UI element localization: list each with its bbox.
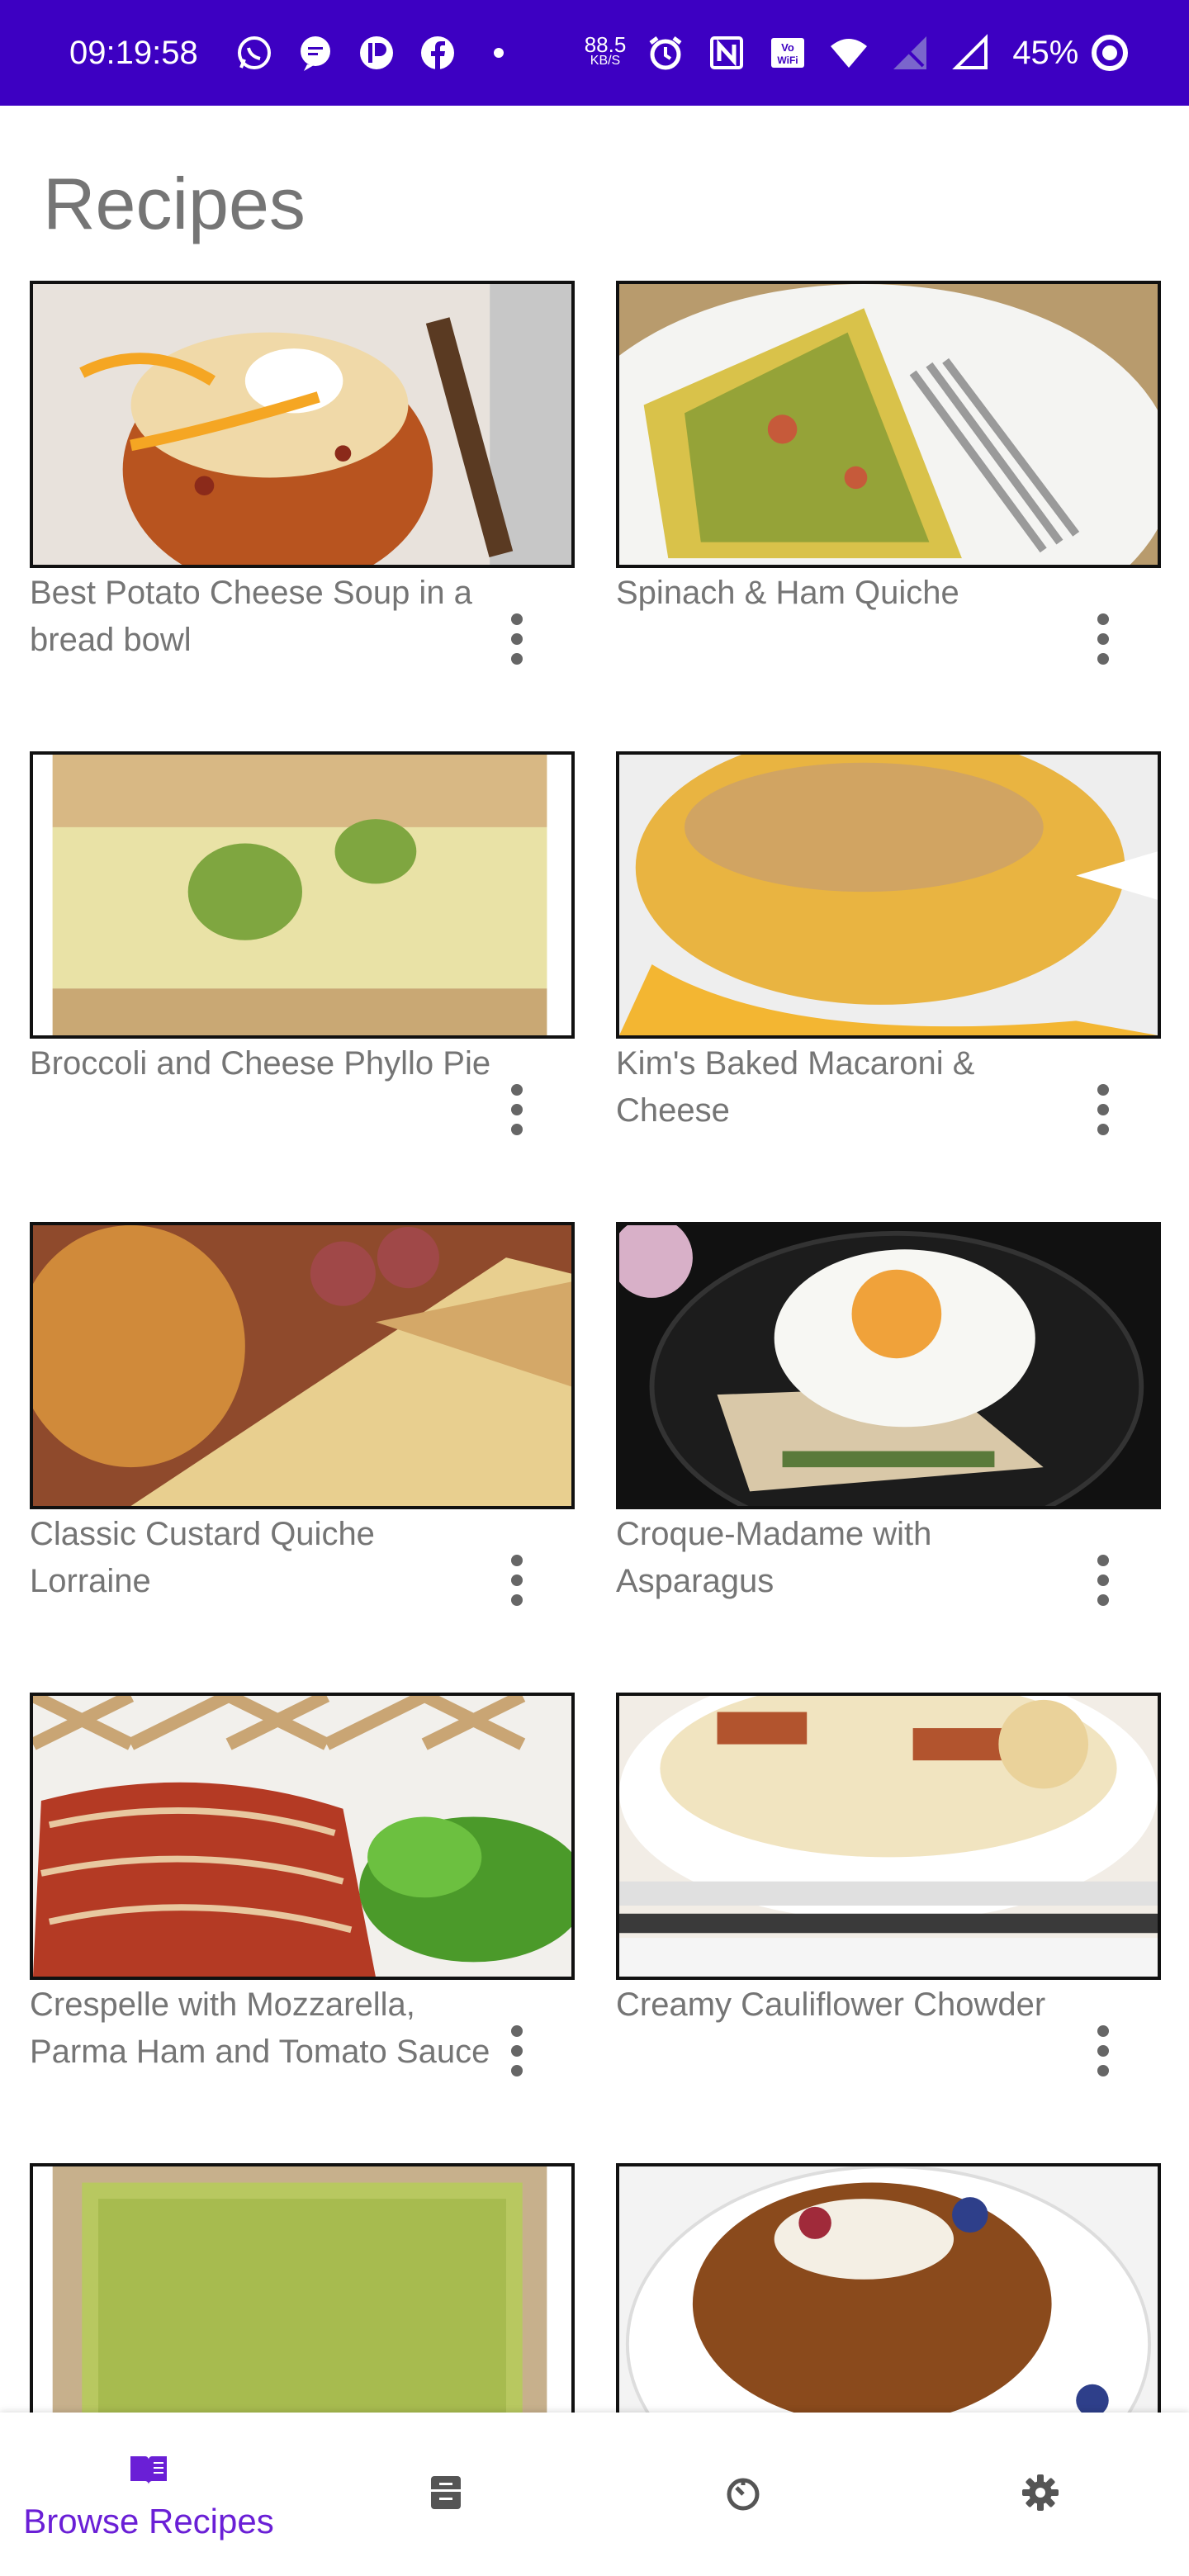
recipe-image[interactable] bbox=[616, 1222, 1161, 1509]
recipe-title: Kim's Baked Macaroni & Cheese bbox=[616, 1045, 975, 1129]
recipe-grid: Best Potato Cheese Soup in a bread bowl … bbox=[30, 281, 1177, 2413]
book-icon bbox=[127, 2448, 170, 2495]
nav-cabinet[interactable] bbox=[297, 2413, 594, 2576]
pushbullet-icon bbox=[357, 33, 396, 73]
recipe-card[interactable]: Classic Custard Quiche Lorraine bbox=[30, 1222, 575, 1668]
clock: 09:19:58 bbox=[69, 34, 198, 71]
recipe-card[interactable]: Crespelle with Mozzarella, Parma Ham and… bbox=[30, 1693, 575, 2138]
recipe-image[interactable] bbox=[616, 1693, 1161, 1980]
recipe-card[interactable]: Kim's Baked Macaroni & Cheese bbox=[616, 751, 1161, 1197]
svg-text:Vo: Vo bbox=[781, 41, 794, 54]
status-bar: 09:19:58 88.5 KB/S Vo WiFi 45% bbox=[0, 0, 1189, 106]
recipe-title: Broccoli and Cheese Phyllo Pie bbox=[30, 1045, 491, 1082]
net-speed-value: 88.5 bbox=[584, 32, 627, 57]
recipe-title: Crespelle with Mozzarella, Parma Ham and… bbox=[30, 1986, 490, 2070]
recipe-card[interactable]: Best Potato Cheese Soup in a bread bowl bbox=[30, 281, 575, 727]
more-options-button[interactable] bbox=[1078, 1077, 1128, 1143]
battery-icon bbox=[1090, 33, 1130, 73]
recipe-card[interactable] bbox=[616, 2163, 1161, 2413]
page-title: Recipes bbox=[43, 163, 306, 244]
recipe-title: Creamy Cauliflower Chowder bbox=[616, 1986, 1046, 2023]
recipe-card[interactable]: Broccoli and Cheese Phyllo Pie bbox=[30, 751, 575, 1197]
recipe-title: Classic Custard Quiche Lorraine bbox=[30, 1516, 375, 1599]
battery-percent: 45% bbox=[1012, 34, 1079, 71]
recipe-card[interactable] bbox=[30, 2163, 575, 2413]
vowifi-icon: Vo WiFi bbox=[768, 33, 808, 73]
signal-outline-icon bbox=[951, 33, 991, 73]
nav-timer[interactable] bbox=[594, 2413, 892, 2576]
recipe-image[interactable] bbox=[616, 751, 1161, 1039]
more-options-button[interactable] bbox=[492, 2018, 542, 2084]
more-options-button[interactable] bbox=[1078, 2018, 1128, 2084]
timer-icon bbox=[722, 2471, 765, 2518]
more-options-button[interactable] bbox=[1078, 606, 1128, 672]
more-options-button[interactable] bbox=[492, 1547, 542, 1613]
recipe-image[interactable] bbox=[30, 1222, 575, 1509]
recipe-title: Spinach & Ham Quiche bbox=[616, 575, 959, 611]
facebook-icon bbox=[418, 33, 457, 73]
alarm-icon bbox=[646, 33, 685, 73]
recipe-image[interactable] bbox=[30, 2163, 575, 2413]
svg-text:WiFi: WiFi bbox=[778, 54, 798, 66]
more-options-button[interactable] bbox=[492, 606, 542, 672]
recipe-image[interactable] bbox=[30, 751, 575, 1039]
recipe-image[interactable] bbox=[30, 281, 575, 568]
recipe-card[interactable]: Creamy Cauliflower Chowder bbox=[616, 1693, 1161, 2138]
nfc-icon bbox=[707, 33, 746, 73]
cabinet-icon bbox=[424, 2471, 467, 2518]
bottom-navigation: Browse Recipes bbox=[0, 2413, 1189, 2576]
recipe-card[interactable]: Spinach & Ham Quiche bbox=[616, 281, 1161, 727]
net-speed: 88.5 KB/S bbox=[584, 32, 627, 69]
recipe-image[interactable] bbox=[616, 2163, 1161, 2413]
recipe-title: Croque-Madame with Asparagus bbox=[616, 1516, 932, 1599]
recipe-title: Best Potato Cheese Soup in a bread bowl bbox=[30, 575, 472, 658]
nav-browse-recipes[interactable]: Browse Recipes bbox=[0, 2413, 297, 2576]
recipe-card[interactable]: Croque-Madame with Asparagus bbox=[616, 1222, 1161, 1668]
more-options-button[interactable] bbox=[1078, 1547, 1128, 1613]
nav-settings[interactable] bbox=[892, 2413, 1189, 2576]
dot-icon bbox=[479, 33, 519, 73]
messages-icon bbox=[296, 33, 335, 73]
more-options-button[interactable] bbox=[492, 1077, 542, 1143]
gear-icon bbox=[1019, 2471, 1062, 2518]
recipe-image[interactable] bbox=[616, 281, 1161, 568]
net-speed-unit: KB/S bbox=[590, 54, 621, 68]
wifi-icon bbox=[829, 33, 869, 73]
signal-icon bbox=[890, 33, 930, 73]
recipe-image[interactable] bbox=[30, 1693, 575, 1980]
nav-label: Browse Recipes bbox=[23, 2501, 274, 2540]
whatsapp-icon bbox=[234, 33, 274, 73]
